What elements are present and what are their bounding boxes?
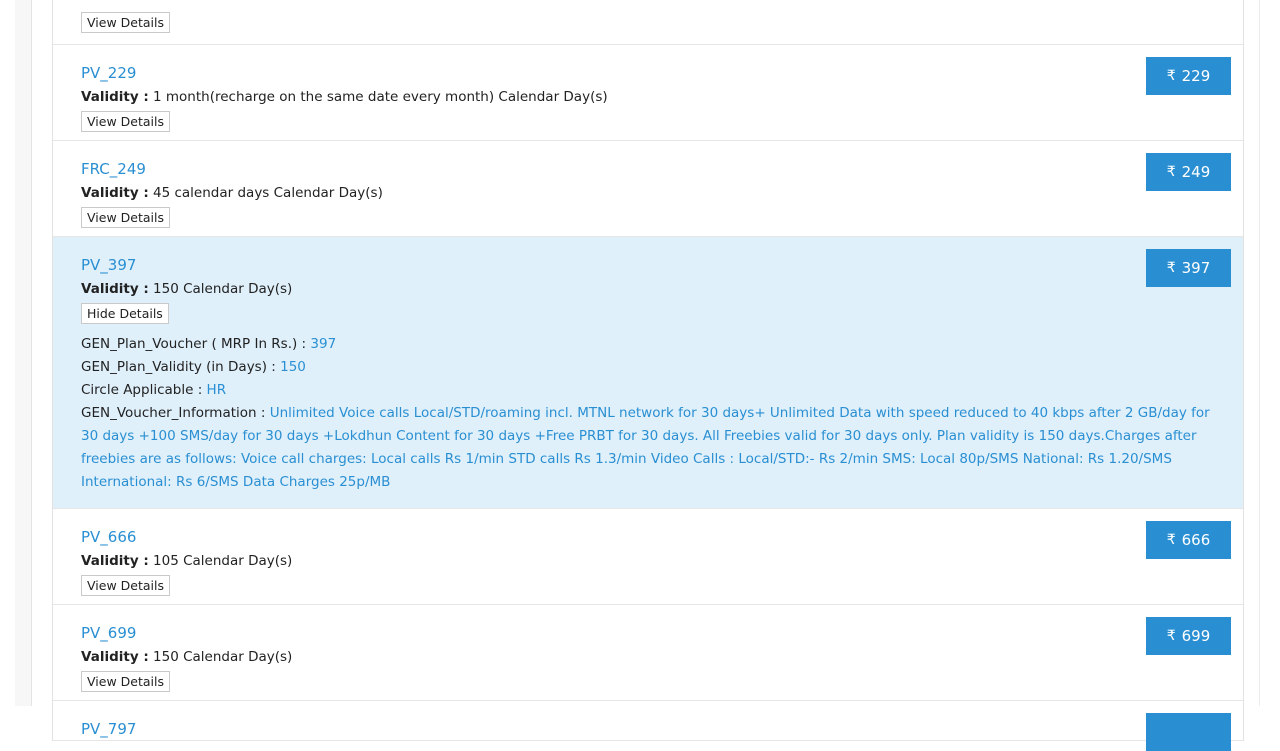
detail-value: 397 [310, 336, 337, 352]
price-button[interactable]: ₹ 229 [1146, 57, 1231, 95]
rupee-icon: ₹ [1166, 260, 1176, 276]
view-details-button[interactable]: View Details [81, 207, 170, 228]
price-value: 397 [1181, 259, 1211, 277]
plan-row: PV_666 Validity : 105 Calendar Day(s) Vi… [53, 509, 1243, 605]
plan-details: GEN_Plan_Voucher ( MRP In Rs.) : 397 GEN… [81, 237, 1231, 494]
plan-validity: Validity : 105 Calendar Day(s) [81, 552, 292, 570]
validity-value: 150 Calendar Day(s) [153, 281, 293, 297]
detail-value: 150 [280, 359, 306, 375]
detail-value: HR [206, 382, 227, 398]
price-button[interactable]: ₹ 666 [1146, 521, 1231, 559]
validity-value: 150 Calendar Day(s) [153, 649, 293, 665]
price-value: 229 [1181, 67, 1211, 85]
plan-row: FRC_249 Validity : 45 calendar days Cale… [53, 141, 1243, 237]
view-details-button[interactable]: View Details [81, 111, 170, 132]
plan-name-link[interactable]: PV_666 [81, 527, 136, 547]
plan-name-link[interactable]: FRC_249 [81, 159, 146, 179]
hide-details-button[interactable]: Hide Details [81, 303, 169, 324]
price-button[interactable]: ₹ 699 [1146, 617, 1231, 655]
price-button[interactable] [1146, 713, 1231, 751]
rupee-icon: ₹ [1166, 532, 1176, 548]
validity-value: 45 calendar days Calendar Day(s) [153, 185, 383, 201]
validity-label: Validity : [81, 281, 149, 297]
validity-label: Validity : [81, 553, 149, 569]
plan-row: PV_699 Validity : 150 Calendar Day(s) Vi… [53, 605, 1243, 701]
detail-validity: GEN_Plan_Validity (in Days) : 150 [81, 356, 1231, 379]
plan-row: PV_797 [53, 701, 1243, 751]
plan-row: PV_229 Validity : 1 month(recharge on th… [53, 45, 1243, 141]
plan-validity: Validity : 150 Calendar Day(s) [81, 280, 292, 298]
detail-voucher: GEN_Plan_Voucher ( MRP In Rs.) : 397 [81, 333, 1231, 356]
plan-validity: Validity : 1 month(recharge on the same … [81, 88, 608, 106]
detail-information: GEN_Voucher_Information : Unlimited Voic… [81, 402, 1231, 494]
plan-name-link[interactable]: PV_699 [81, 623, 136, 643]
rupee-icon: ₹ [1166, 68, 1176, 84]
validity-label: Validity : [81, 649, 149, 665]
plan-validity: Validity : 150 Calendar Day(s) [81, 648, 292, 666]
view-details-button[interactable]: View Details [81, 575, 170, 596]
plans-list: View Details PV_229 Validity : 1 month(r… [52, 0, 1244, 751]
detail-circle: Circle Applicable : HR [81, 379, 1231, 402]
price-value: 699 [1181, 627, 1211, 645]
validity-label: Validity : [81, 89, 149, 105]
validity-value: 105 Calendar Day(s) [153, 553, 293, 569]
rupee-icon: ₹ [1166, 164, 1176, 180]
price-button[interactable]: ₹ 397 [1146, 249, 1231, 287]
detail-label: GEN_Plan_Voucher ( MRP In Rs.) : [81, 336, 307, 352]
plan-row-expanded: PV_397 Validity : 150 Calendar Day(s) Hi… [53, 237, 1243, 509]
plan-row: View Details [53, 0, 1243, 45]
view-details-button[interactable]: View Details [81, 671, 170, 692]
validity-value: 1 month(recharge on the same date every … [153, 89, 608, 105]
plan-validity: Validity : 45 calendar days Calendar Day… [81, 184, 383, 202]
plan-name-link[interactable]: PV_229 [81, 63, 136, 83]
detail-label: GEN_Plan_Validity (in Days) : [81, 359, 276, 375]
detail-label: GEN_Voucher_Information : [81, 405, 266, 421]
validity-label: Validity : [81, 185, 149, 201]
plan-name-link[interactable]: PV_397 [81, 255, 136, 275]
rupee-icon: ₹ [1166, 628, 1176, 644]
price-value: 249 [1181, 163, 1211, 181]
detail-label: Circle Applicable : [81, 382, 203, 398]
view-details-button[interactable]: View Details [81, 12, 170, 33]
price-value: 666 [1181, 531, 1211, 549]
price-button[interactable]: ₹ 249 [1146, 153, 1231, 191]
plan-name-link[interactable]: PV_797 [81, 719, 136, 739]
